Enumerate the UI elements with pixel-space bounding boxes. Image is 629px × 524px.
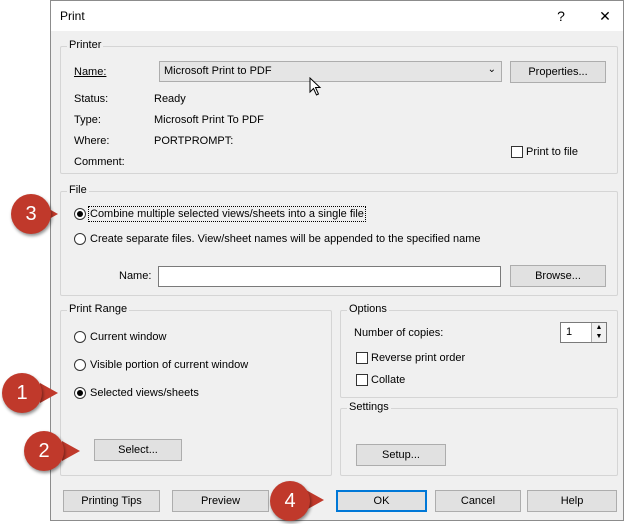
- title-bar: Print ? ✕: [51, 1, 623, 31]
- chevron-down-icon: ⌄: [487, 64, 496, 75]
- current-window-label: Current window: [90, 331, 167, 343]
- separate-radio[interactable]: [74, 233, 86, 245]
- stepper-arrows[interactable]: ▲ ▼: [591, 323, 606, 342]
- copies-stepper[interactable]: 1 ▲ ▼: [560, 322, 607, 343]
- separate-label: Create separate files. View/sheet names …: [90, 233, 481, 245]
- collate-checkbox[interactable]: [356, 374, 368, 386]
- preview-button[interactable]: Preview: [172, 490, 269, 512]
- status-label: Status:: [74, 93, 109, 105]
- mouse-cursor-icon: [309, 77, 322, 96]
- combine-radio[interactable]: [74, 208, 86, 220]
- type-label: Type:: [74, 114, 101, 126]
- print-to-file-checkbox[interactable]: [511, 146, 523, 158]
- ok-button[interactable]: OK: [336, 490, 427, 512]
- properties-button[interactable]: Properties...: [510, 61, 606, 83]
- marker-3: 3: [11, 194, 51, 234]
- close-icon[interactable]: ✕: [591, 5, 619, 27]
- marker-2-tip: [62, 441, 80, 461]
- help-button[interactable]: Help: [527, 490, 617, 512]
- print-dialog: Print ? ✕ Printer Name: Microsoft Print …: [50, 0, 624, 521]
- selected-views-radio[interactable]: [74, 387, 86, 399]
- visible-portion-label: Visible portion of current window: [90, 359, 249, 371]
- settings-legend: Settings: [347, 401, 391, 413]
- file-name-label: Name:: [119, 270, 152, 282]
- combine-label: Combine multiple selected views/sheets i…: [88, 206, 366, 222]
- print-range-legend: Print Range: [67, 303, 130, 315]
- setup-button[interactable]: Setup...: [356, 444, 446, 466]
- cancel-button[interactable]: Cancel: [435, 490, 521, 512]
- type-value: Microsoft Print To PDF: [154, 114, 264, 126]
- marker-1: 1: [2, 373, 42, 413]
- reverse-order-checkbox[interactable]: [356, 352, 368, 364]
- printer-legend: Printer: [67, 39, 104, 51]
- printer-name-label: Name:: [74, 66, 107, 78]
- window-title: Print: [60, 9, 85, 23]
- options-legend: Options: [347, 303, 389, 315]
- status-value: Ready: [154, 93, 186, 105]
- select-button[interactable]: Select...: [94, 439, 182, 461]
- copies-label: Number of copies:: [354, 327, 444, 339]
- printing-tips-button[interactable]: Printing Tips: [63, 490, 160, 512]
- file-legend: File: [67, 184, 89, 196]
- comment-label: Comment:: [74, 156, 125, 168]
- where-value: PORTPROMPT:: [154, 135, 234, 147]
- visible-portion-radio[interactable]: [74, 359, 86, 371]
- printer-name-value: Microsoft Print to PDF: [164, 65, 272, 77]
- selected-views-label: Selected views/sheets: [90, 387, 199, 399]
- print-to-file-label: Print to file: [526, 146, 578, 158]
- current-window-radio[interactable]: [74, 331, 86, 343]
- marker-4: 4: [270, 481, 310, 521]
- copies-value: 1: [566, 326, 573, 338]
- marker-2: 2: [24, 431, 64, 471]
- collate-label: Collate: [371, 374, 406, 386]
- help-icon[interactable]: ?: [547, 5, 575, 27]
- reverse-order-label: Reverse print order: [371, 352, 466, 364]
- printer-name-select[interactable]: Microsoft Print to PDF ⌄: [159, 61, 502, 82]
- where-label: Where:: [74, 135, 110, 147]
- browse-button[interactable]: Browse...: [510, 265, 606, 287]
- marker-1-tip: [40, 383, 58, 403]
- file-name-input[interactable]: [158, 266, 501, 287]
